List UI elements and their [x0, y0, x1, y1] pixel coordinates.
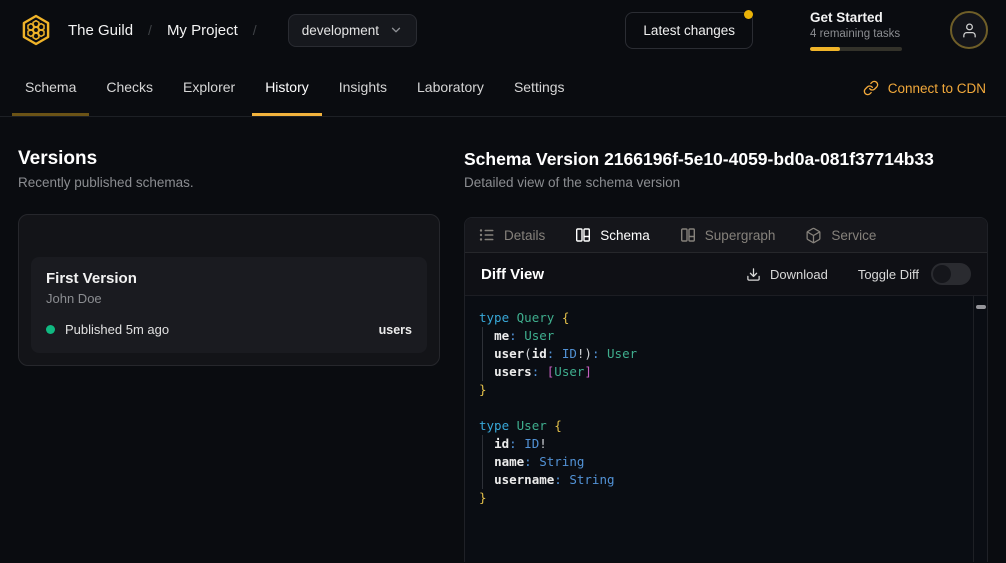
schema-detail-box: Details Schema Supergraph: [464, 217, 988, 562]
chevron-down-icon: [389, 23, 403, 37]
download-button[interactable]: Download: [746, 267, 828, 282]
tab-schema[interactable]: Schema: [575, 227, 650, 243]
columns-icon: [680, 227, 696, 243]
breadcrumb-separator: /: [148, 22, 152, 38]
get-started-widget[interactable]: Get Started 4 remaining tasks: [810, 10, 902, 51]
schema-code-area[interactable]: type Query { me: User user(id: ID!): Use…: [465, 296, 987, 562]
user-avatar[interactable]: [950, 11, 988, 49]
breadcrumb-separator: /: [253, 22, 257, 38]
progress-fill: [810, 47, 840, 51]
indent-guide: [482, 435, 483, 489]
download-icon: [746, 267, 761, 282]
nav-tab-settings[interactable]: Settings: [501, 60, 578, 116]
hive-logo-icon[interactable]: [18, 12, 54, 48]
version-status: Published 5m ago: [65, 322, 169, 337]
tab-supergraph[interactable]: Supergraph: [680, 227, 776, 243]
app-header: The Guild / My Project / development Lat…: [0, 0, 1006, 60]
toggle-diff-label: Toggle Diff: [858, 267, 919, 282]
tab-details[interactable]: Details: [479, 227, 545, 243]
versions-panel: Versions Recently published schemas. Fir…: [18, 117, 440, 563]
schema-version-subtitle: Detailed view of the schema version: [464, 175, 988, 191]
nav-tab-insights[interactable]: Insights: [326, 60, 400, 116]
main-content: Versions Recently published schemas. Fir…: [0, 117, 1006, 563]
tab-supergraph-label: Supergraph: [705, 228, 776, 243]
toggle-knob: [933, 265, 951, 283]
cube-icon: [805, 227, 822, 244]
diff-view-header: Diff View Download Toggle Diff: [465, 253, 987, 296]
connect-cdn-label: Connect to CDN: [888, 81, 986, 96]
scrollbar-thumb[interactable]: [976, 305, 986, 309]
version-list-item[interactable]: First Version John Doe Published 5m ago …: [31, 257, 427, 353]
get-started-title: Get Started: [810, 10, 902, 25]
environment-select[interactable]: development: [288, 14, 417, 47]
get-started-progressbar: [810, 47, 902, 51]
detail-tabs: Details Schema Supergraph: [465, 218, 987, 253]
link-icon: [863, 80, 879, 96]
published-status-dot: [46, 325, 55, 334]
get-started-subtitle: 4 remaining tasks: [810, 28, 902, 40]
user-icon: [961, 22, 978, 39]
nav-tab-history[interactable]: History: [252, 60, 322, 116]
main-nav: Schema Checks Explorer History Insights …: [0, 60, 1006, 117]
version-meta-row: Published 5m ago users: [46, 322, 412, 337]
toggle-diff-switch[interactable]: [931, 263, 971, 285]
version-author: John Doe: [46, 291, 412, 306]
environment-value: development: [302, 23, 379, 38]
diff-view-title: Diff View: [481, 266, 544, 283]
nav-tab-schema[interactable]: Schema: [12, 60, 89, 116]
org-breadcrumb[interactable]: The Guild: [68, 22, 133, 39]
indent-guide: [482, 327, 483, 381]
project-breadcrumb[interactable]: My Project: [167, 22, 238, 39]
code-block: type Query { me: User user(id: ID!): Use…: [479, 309, 967, 507]
columns-icon: [575, 227, 591, 243]
nav-tab-laboratory[interactable]: Laboratory: [404, 60, 497, 116]
nav-tab-explorer[interactable]: Explorer: [170, 60, 248, 116]
download-label: Download: [770, 267, 828, 282]
latest-changes-button[interactable]: Latest changes: [625, 12, 753, 49]
notification-dot: [744, 10, 753, 19]
versions-title: Versions: [18, 148, 440, 170]
nav-tab-checks[interactable]: Checks: [93, 60, 166, 116]
tab-service[interactable]: Service: [805, 227, 876, 244]
version-detail-panel: Schema Version 2166196f-5e10-4059-bd0a-0…: [464, 117, 988, 563]
nav-right: Connect to CDN: [863, 60, 996, 116]
service-tag: users: [379, 323, 412, 337]
code-scrollbar[interactable]: [973, 296, 987, 562]
versions-list-card: First Version John Doe Published 5m ago …: [18, 214, 440, 366]
version-name: First Version: [46, 270, 412, 287]
list-icon: [479, 227, 495, 243]
tab-schema-label: Schema: [600, 228, 650, 243]
tab-details-label: Details: [504, 228, 545, 243]
connect-cdn-link[interactable]: Connect to CDN: [863, 80, 986, 96]
versions-subtitle: Recently published schemas.: [18, 175, 440, 191]
tab-service-label: Service: [831, 228, 876, 243]
schema-version-title: Schema Version 2166196f-5e10-4059-bd0a-0…: [464, 148, 988, 170]
